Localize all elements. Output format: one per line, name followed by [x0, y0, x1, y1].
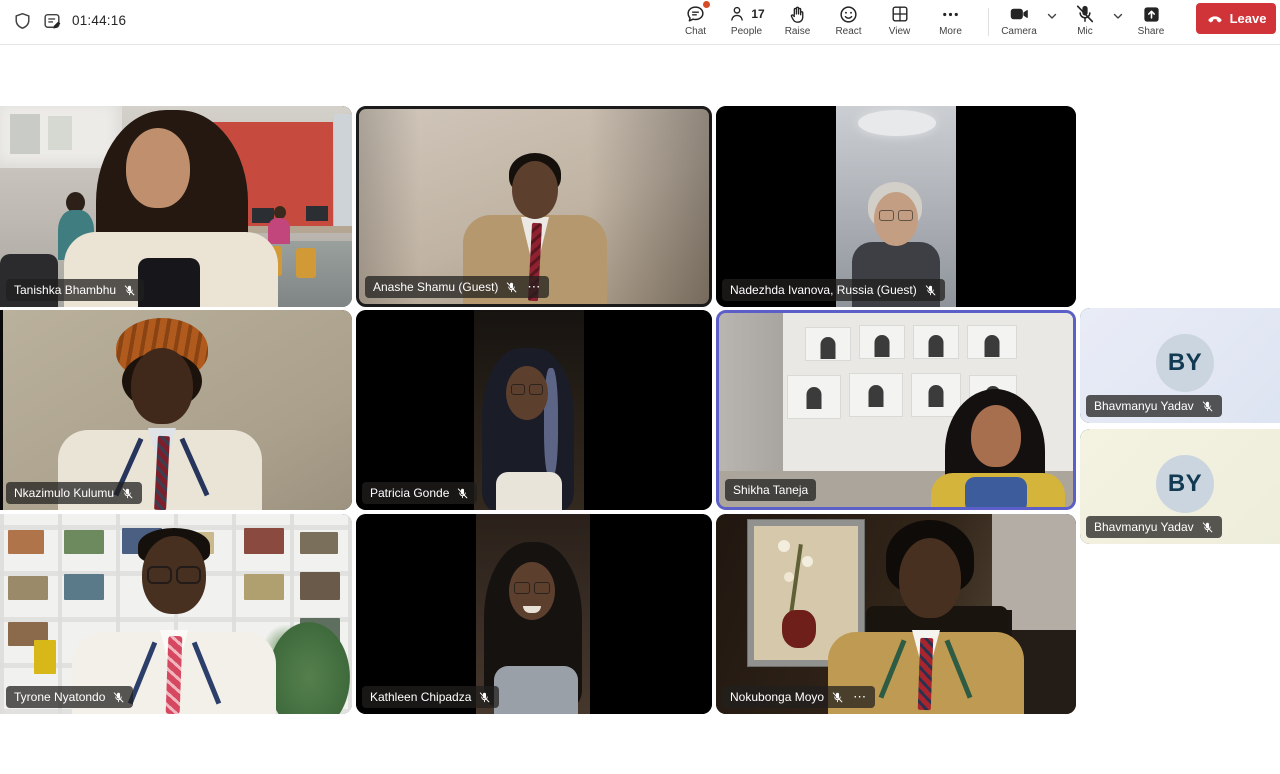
participant-name: Nadezhda Ivanova, Russia (Guest)	[730, 283, 917, 297]
video-feed	[359, 109, 709, 304]
participant-tile-tyrone-nyatondo[interactable]: Tyrone Nyatondo	[0, 514, 352, 714]
view-button[interactable]: View	[874, 0, 925, 44]
video-feed	[716, 514, 1076, 714]
mic-off-icon	[478, 691, 491, 704]
raise-hand-button[interactable]: Raise	[772, 0, 823, 44]
share-label: Share	[1138, 26, 1165, 37]
toolbar-divider	[988, 8, 989, 36]
participant-tile-shikha-taneja[interactable]: Shikha Taneja	[716, 310, 1076, 510]
mic-off-icon	[1201, 521, 1214, 534]
mic-off-icon	[121, 487, 134, 500]
people-icon: 17	[728, 3, 764, 25]
participant-nameplate: Tyrone Nyatondo	[6, 686, 133, 708]
participant-nameplate: Nokubonga Moyo ⋯	[722, 686, 875, 708]
view-grid-icon	[890, 3, 910, 25]
mic-label: Mic	[1077, 26, 1093, 37]
tile-more-button[interactable]: ⋯	[525, 280, 541, 294]
video-feed	[0, 106, 352, 307]
people-button[interactable]: 17 People	[721, 0, 772, 44]
video-feed	[356, 310, 712, 510]
participant-tile-tanishka-bhambhu[interactable]: Tanishka Bhambhu	[0, 106, 352, 307]
chat-label: Chat	[685, 26, 706, 37]
toolbar-actions: Chat 17 People Raise React View	[670, 0, 976, 44]
participant-tile-bhavmanyu-yadav-2[interactable]: BY Bhavmanyu Yadav	[1080, 429, 1280, 544]
device-controls: Camera Mic Share	[996, 0, 1174, 44]
people-label: People	[731, 26, 762, 37]
mic-off-icon	[123, 284, 136, 297]
video-feed	[356, 514, 712, 714]
avatar: BY	[1156, 334, 1214, 392]
participant-tile-anashe-shamu[interactable]: Anashe Shamu (Guest) ⋯	[356, 106, 712, 307]
participant-tile-nkazimulo-kulumu[interactable]: Nkazimulo Kulumu	[0, 310, 352, 510]
participant-tile-kathleen-chipadza[interactable]: Kathleen Chipadza	[356, 514, 712, 714]
participant-name: Tanishka Bhambhu	[14, 283, 116, 297]
chat-button[interactable]: Chat	[670, 0, 721, 44]
participant-tile-nadezhda-ivanova[interactable]: Nadezhda Ivanova, Russia (Guest)	[716, 106, 1076, 307]
react-smiley-icon	[838, 3, 859, 25]
participant-name: Kathleen Chipadza	[370, 690, 471, 704]
participant-nameplate: Tanishka Bhambhu	[6, 279, 144, 301]
participant-name: Bhavmanyu Yadav	[1094, 399, 1194, 413]
participant-nameplate: Shikha Taneja	[725, 479, 816, 501]
video-feed	[716, 106, 1076, 307]
react-button[interactable]: React	[823, 0, 874, 44]
participant-nameplate: Nkazimulo Kulumu	[6, 482, 142, 504]
meeting-timer: 01:44:16	[72, 13, 126, 28]
mic-off-icon	[831, 691, 844, 704]
participant-name: Nkazimulo Kulumu	[14, 486, 114, 500]
react-label: React	[835, 26, 861, 37]
video-feed	[719, 313, 1073, 507]
participant-count: 17	[751, 7, 764, 21]
mic-off-icon	[1201, 400, 1214, 413]
meeting-notes-icon[interactable]	[40, 9, 64, 33]
chat-icon	[685, 3, 706, 25]
more-button[interactable]: More	[925, 0, 976, 44]
camera-options-chevron[interactable]	[1042, 0, 1062, 38]
more-ellipsis-icon	[940, 3, 961, 25]
chat-notification-dot	[703, 1, 710, 8]
camera-button[interactable]: Camera	[996, 0, 1042, 44]
share-screen-icon	[1141, 3, 1162, 25]
mic-off-icon	[456, 487, 469, 500]
participant-nameplate: Bhavmanyu Yadav	[1086, 516, 1222, 538]
meeting-toolbar: 01:44:16 Chat 17 People Raise	[0, 0, 1280, 45]
hang-up-icon	[1206, 10, 1224, 28]
camera-icon	[1008, 3, 1030, 25]
participant-name: Bhavmanyu Yadav	[1094, 520, 1194, 534]
share-button[interactable]: Share	[1128, 0, 1174, 44]
mic-off-icon	[505, 281, 518, 294]
participant-tile-bhavmanyu-yadav-1[interactable]: BY Bhavmanyu Yadav	[1080, 308, 1280, 423]
participant-tile-nokubonga-moyo[interactable]: Nokubonga Moyo ⋯	[716, 514, 1076, 714]
view-label: View	[889, 26, 911, 37]
participant-nameplate: Kathleen Chipadza	[362, 686, 499, 708]
mic-options-chevron[interactable]	[1108, 0, 1128, 38]
participant-tile-patricia-gonde[interactable]: Patricia Gonde	[356, 310, 712, 510]
security-shield-icon[interactable]	[10, 9, 34, 33]
leave-label: Leave	[1230, 11, 1267, 26]
leave-button[interactable]: Leave	[1196, 3, 1276, 34]
participant-name: Shikha Taneja	[733, 483, 808, 497]
mic-button[interactable]: Mic	[1062, 0, 1108, 44]
participant-name: Patricia Gonde	[370, 486, 449, 500]
video-feed	[0, 514, 352, 714]
participant-nameplate: Patricia Gonde	[362, 482, 477, 504]
participant-nameplate: Nadezhda Ivanova, Russia (Guest)	[722, 279, 945, 301]
raise-hand-icon	[787, 3, 808, 25]
participant-nameplate: Anashe Shamu (Guest) ⋯	[365, 276, 549, 298]
participant-name: Nokubonga Moyo	[730, 690, 824, 704]
more-label: More	[939, 26, 962, 37]
mic-off-icon	[924, 284, 937, 297]
mic-muted-icon	[1074, 3, 1096, 25]
participant-nameplate: Bhavmanyu Yadav	[1086, 395, 1222, 417]
participant-name: Anashe Shamu (Guest)	[373, 280, 498, 294]
avatar: BY	[1156, 455, 1214, 513]
mic-off-icon	[112, 691, 125, 704]
participant-name: Tyrone Nyatondo	[14, 690, 105, 704]
raise-label: Raise	[785, 26, 811, 37]
camera-label: Camera	[1001, 26, 1037, 37]
tile-more-button[interactable]: ⋯	[851, 690, 867, 704]
video-feed	[0, 310, 352, 510]
